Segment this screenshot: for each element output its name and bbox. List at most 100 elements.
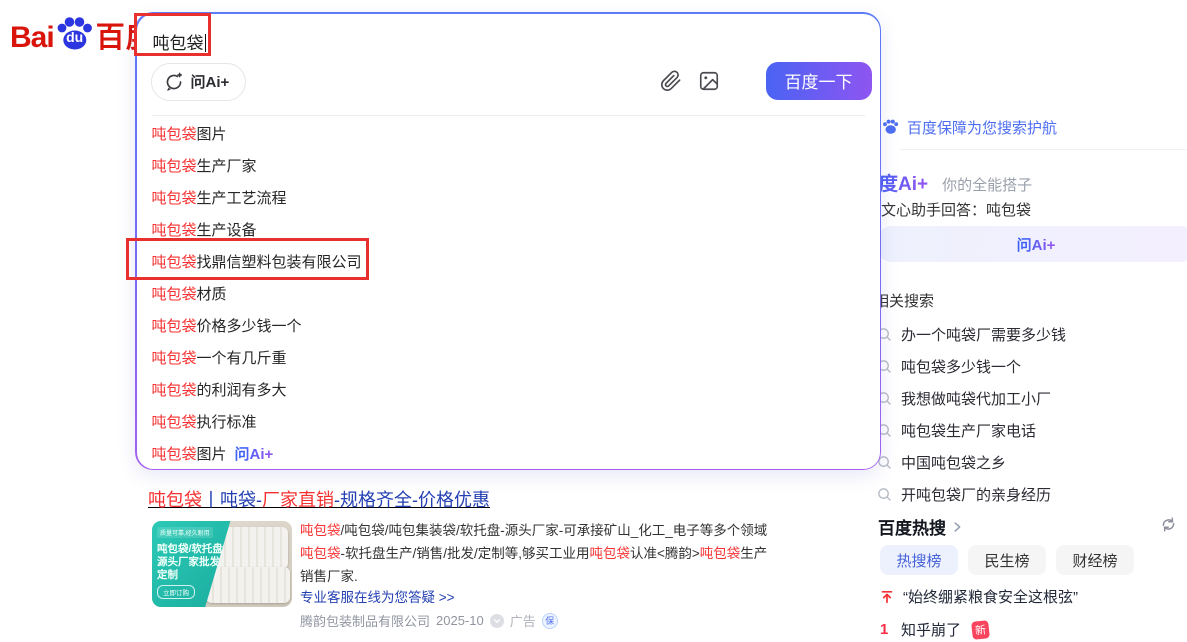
- hot-search-title: 百度热搜: [878, 514, 946, 539]
- suggestion-item[interactable]: 吨包袋价格多少钱一个: [137, 310, 880, 342]
- text-caret: [205, 34, 206, 52]
- result-title-link[interactable]: 吨包袋丨吨袋-厂家直销-规格齐全-价格优惠: [148, 486, 490, 512]
- ask-ai-pill-label: 问Ai+: [191, 71, 230, 92]
- suggestion-item[interactable]: 吨包袋生产工艺流程: [137, 182, 880, 214]
- suggestion-rest: 生产厂家: [197, 155, 257, 176]
- result-description: 吨包袋/吨包袋/吨包集装袋/软托盘-源头厂家-可承接矿山_化工_电子等多个领域 …: [300, 519, 778, 588]
- result-thumbnail[interactable]: 质量可靠,经久耐用 吨包袋/软托盘 源头厂家批发 定制 立即订购: [152, 521, 292, 607]
- baidu-search-page: Bai du 百度 百度保障为您搜索护航 百度A: [0, 0, 1187, 642]
- related-search-title: 相关搜索: [874, 290, 934, 311]
- suggestion-rest: 生产设备: [197, 219, 257, 240]
- customer-service-link[interactable]: 专业客服在线为您答疑 >>: [300, 586, 455, 606]
- baidu-search-button[interactable]: 百度一下: [766, 62, 872, 100]
- baidu-paw-icon: du: [55, 16, 95, 58]
- search-dropdown-panel: 吨包袋 问Ai+ 百度一下: [135, 12, 881, 470]
- hot-search-tabs: 热搜榜民生榜财经榜: [880, 545, 1134, 575]
- suggestion-prefix: 吨包袋: [152, 123, 197, 144]
- related-search-item[interactable]: 开吨包袋厂的亲身经历: [877, 478, 1066, 510]
- hot-item-text: 知乎崩了: [901, 619, 961, 640]
- chevron-right-icon: [950, 520, 964, 534]
- suggestion-item[interactable]: 吨包袋执行标准: [137, 406, 880, 438]
- result-date: 2025-10: [436, 613, 484, 628]
- suggestion-rest: 一个有几斤重: [197, 347, 287, 368]
- suggestion-item[interactable]: 吨包袋的利润有多大: [137, 374, 880, 406]
- divider: [152, 115, 865, 116]
- suggestion-prefix: 吨包袋: [152, 347, 197, 368]
- ask-ai-button-label: 问Ai+: [1017, 234, 1056, 255]
- hot-item-text: “始终绷紧粮食安全这根弦”: [903, 586, 1078, 607]
- logo-text-du: du: [66, 29, 83, 45]
- ask-ai-inline-link[interactable]: 问Ai+: [235, 443, 274, 464]
- hot-item-1[interactable]: 1 知乎崩了 新: [880, 619, 989, 640]
- chevron-down-icon[interactable]: [490, 614, 504, 628]
- baidu-logo[interactable]: Bai du 百度: [10, 16, 156, 58]
- ask-ai-pill-button[interactable]: 问Ai+: [151, 63, 247, 101]
- related-search-text: 我想做吨袋代加工小厂: [901, 388, 1051, 409]
- ad-label: 广告: [510, 611, 536, 630]
- related-search-item[interactable]: 吨包袋生产厂家电话: [877, 414, 1066, 446]
- result-meta: 腾韵包装制品有限公司 2025-10 广告 保: [300, 611, 558, 630]
- suggestion-rest: 图片: [197, 123, 227, 144]
- hot-search-tab[interactable]: 民生榜: [968, 545, 1046, 575]
- related-search-text: 办一个吨袋厂需要多少钱: [901, 324, 1066, 345]
- suggestion-item[interactable]: 吨包袋生产设备: [137, 214, 880, 246]
- related-search-item[interactable]: 中国吨包袋之乡: [877, 446, 1066, 478]
- hot-search-tab[interactable]: 财经榜: [1056, 545, 1134, 575]
- suggestion-rest: 材质: [197, 283, 227, 304]
- suggestion-prefix: 吨包袋: [152, 443, 197, 464]
- related-search-text: 中国吨包袋之乡: [901, 452, 1006, 473]
- suggestion-prefix: 吨包袋: [152, 283, 197, 304]
- attachment-icon[interactable]: [660, 70, 682, 92]
- ai-tagline: 你的全能搭子: [942, 174, 1032, 195]
- related-search-item[interactable]: 办一个吨袋厂需要多少钱: [877, 318, 1066, 350]
- refresh-icon[interactable]: [1160, 516, 1177, 533]
- suggestion-prefix: 吨包袋: [152, 155, 197, 176]
- suggestion-item[interactable]: 吨包袋图片问Ai+: [137, 438, 880, 470]
- advertiser-name: 腾韵包装制品有限公司: [300, 611, 430, 630]
- image-search-icon[interactable]: [698, 70, 720, 92]
- hot-item-pinned[interactable]: “始终绷紧粮食安全这根弦”: [880, 586, 1078, 607]
- suggestion-prefix: 吨包袋: [152, 219, 197, 240]
- related-search-item[interactable]: 我想做吨袋代加工小厂: [877, 382, 1066, 414]
- search-input[interactable]: 吨包袋: [153, 29, 206, 54]
- chat-refresh-icon: [164, 72, 184, 92]
- suggestion-rest: 价格多少钱一个: [197, 315, 302, 336]
- suggestion-prefix: 吨包袋: [152, 315, 197, 336]
- related-search-text: 吨包袋生产厂家电话: [901, 420, 1036, 441]
- suggestion-item[interactable]: 吨包袋生产厂家: [137, 150, 880, 182]
- suggestion-prefix: 吨包袋: [152, 411, 197, 432]
- related-search-list: 办一个吨袋厂需要多少钱吨包袋多少钱一个我想做吨袋代加工小厂吨包袋生产厂家电话中国…: [877, 318, 1066, 510]
- ai-answer-line: 用文心助手回答：吨包袋: [866, 199, 1031, 220]
- suggestion-rest: 找鼎信塑料包装有限公司: [197, 251, 362, 272]
- baozhang-badge-icon: 保: [542, 613, 558, 629]
- baidu-guard-row[interactable]: 百度保障为您搜索护航: [882, 117, 1057, 138]
- hot-search-tab[interactable]: 热搜榜: [880, 545, 958, 575]
- logo-text-bai: Bai: [10, 18, 54, 58]
- ask-ai-button[interactable]: 问Ai+: [876, 226, 1187, 262]
- related-search-text: 开吨包袋厂的亲身经历: [901, 484, 1051, 505]
- hot-search-header[interactable]: 百度热搜: [878, 514, 964, 539]
- suggestion-rest: 生产工艺流程: [197, 187, 287, 208]
- title-segment: -规格齐全-价格优惠: [334, 490, 490, 510]
- suggestion-prefix: 吨包袋: [152, 251, 197, 272]
- suggestion-prefix: 吨包袋: [152, 187, 197, 208]
- thumbnail-cta: 立即订购: [157, 585, 195, 599]
- suggestion-rest: 执行标准: [197, 411, 257, 432]
- suggestion-item[interactable]: 吨包袋图片: [137, 118, 880, 150]
- suggestion-item[interactable]: 吨包袋材质: [137, 278, 880, 310]
- suggestion-rest: 图片: [197, 443, 227, 464]
- thumbnail-note: 质量可靠,经久耐用: [157, 527, 213, 538]
- title-keyword: 厂家直销: [262, 490, 334, 510]
- title-segment: 丨吨袋-: [202, 490, 262, 510]
- suggestion-item[interactable]: 吨包袋一个有几斤重: [137, 342, 880, 374]
- title-keyword: 吨包袋: [148, 490, 202, 510]
- pinned-top-icon: [880, 590, 894, 604]
- thumbnail-caption: 吨包袋/软托盘 源头厂家批发 定制: [157, 543, 237, 582]
- suggestion-rest: 的利润有多大: [197, 379, 287, 400]
- suggestion-prefix: 吨包袋: [152, 379, 197, 400]
- divider: [900, 149, 1187, 150]
- search-icon: [877, 487, 892, 502]
- related-search-item[interactable]: 吨包袋多少钱一个: [877, 350, 1066, 382]
- suggestion-list: 吨包袋图片吨包袋生产厂家吨包袋生产工艺流程吨包袋生产设备吨包袋找鼎信塑料包装有限…: [137, 118, 880, 470]
- suggestion-item[interactable]: 吨包袋找鼎信塑料包装有限公司: [137, 246, 880, 278]
